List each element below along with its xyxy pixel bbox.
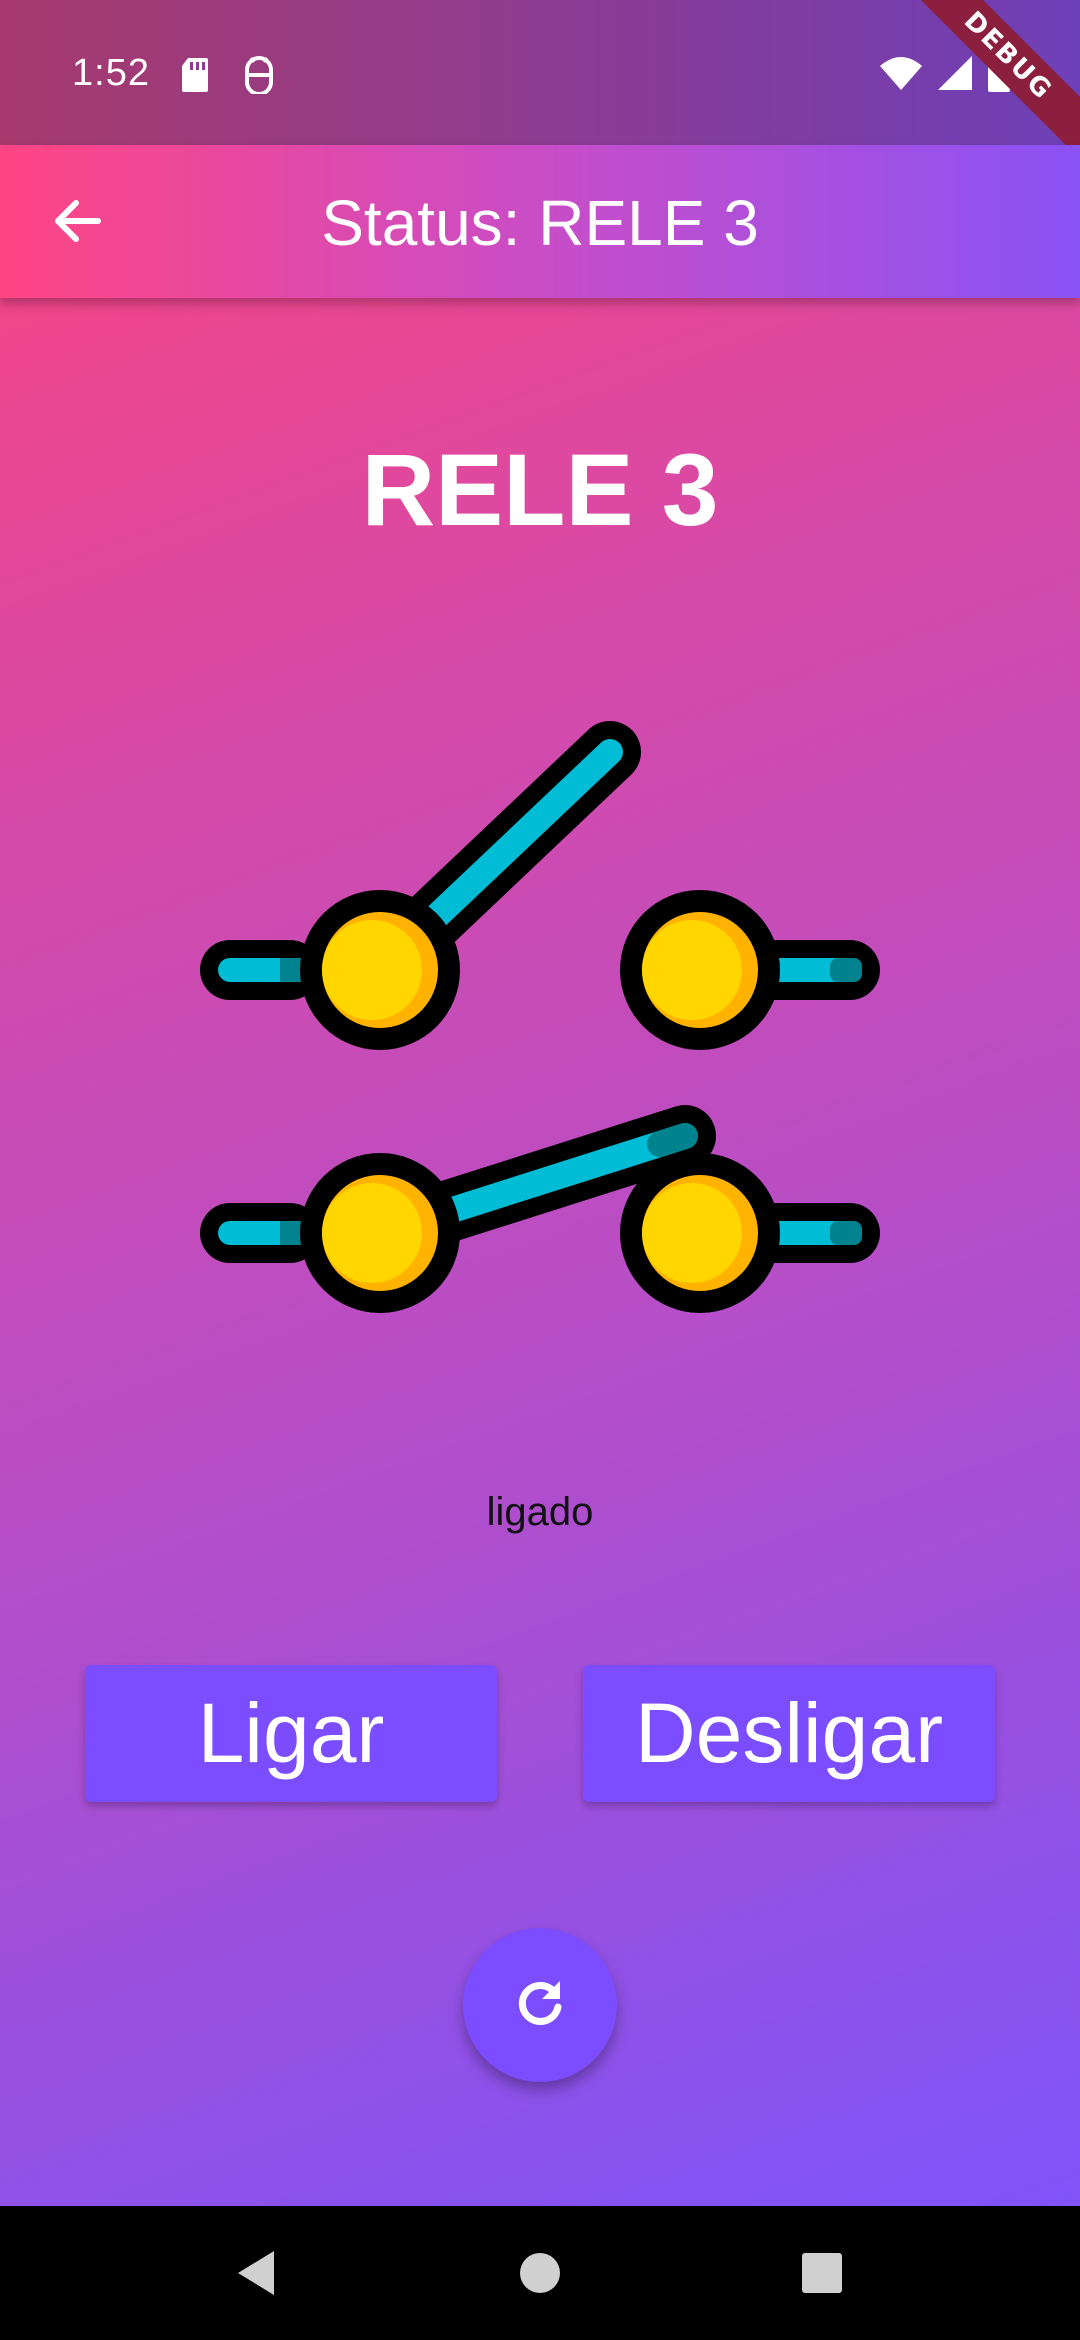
relay-switch-icon	[190, 720, 890, 1340]
nav-recents-icon[interactable]	[790, 2241, 854, 2305]
sd-card-icon	[180, 56, 220, 96]
relay-status-text: ligado	[486, 1490, 594, 1534]
refresh-icon	[512, 1975, 568, 2036]
turn-off-button[interactable]: Desligar	[583, 1665, 995, 1802]
android-debug-icon	[242, 56, 282, 96]
status-bar: 1:52 DEBUG	[0, 0, 1080, 178]
cell-signal-icon	[938, 56, 972, 95]
refresh-button[interactable]	[463, 1928, 617, 2082]
system-nav-bar	[0, 2206, 1080, 2340]
wifi-icon	[880, 56, 922, 95]
nav-back-icon[interactable]	[224, 2241, 288, 2305]
turn-on-button[interactable]: Ligar	[85, 1665, 497, 1802]
nav-home-icon[interactable]	[508, 2241, 572, 2305]
relay-heading: RELE 3	[361, 433, 719, 547]
page-title: Status: RELE 3	[321, 187, 759, 259]
app-bar: Status: RELE 3	[0, 145, 1080, 298]
status-time: 1:52	[72, 52, 150, 94]
